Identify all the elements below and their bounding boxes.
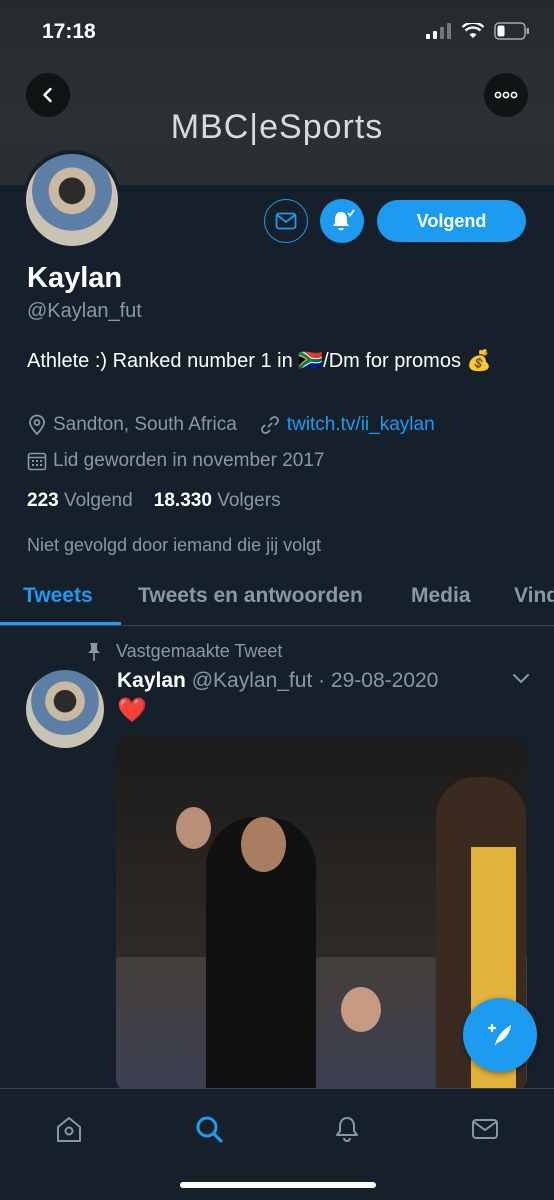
battery-icon bbox=[494, 22, 529, 40]
banner-logo: MBC|eSports bbox=[170, 108, 384, 146]
profile-joined: Lid geworden in november 2017 bbox=[53, 450, 325, 471]
nav-messages[interactable] bbox=[465, 1109, 505, 1149]
profile-meta-row: Sandton, South Africa twitch.tv/ii_kayla… bbox=[27, 414, 435, 436]
tab-likes[interactable]: Vind bbox=[514, 584, 554, 608]
status-bar: 17:18 bbox=[0, 0, 554, 64]
status-icons bbox=[426, 22, 530, 40]
tweet-options-button[interactable] bbox=[512, 672, 530, 690]
search-icon bbox=[196, 1116, 223, 1143]
tweet-text: ❤️ bbox=[117, 697, 147, 724]
pinned-label-row: Vastgemaakte Tweet bbox=[86, 641, 282, 662]
chevron-down-icon bbox=[513, 674, 529, 684]
wifi-icon bbox=[462, 23, 484, 38]
profile-avatar[interactable] bbox=[22, 150, 122, 250]
profile-name: Kaylan bbox=[27, 262, 123, 294]
tweet-meta: @Kaylan_fut · 29-08-2020 bbox=[191, 669, 439, 692]
notifications-toggle-button[interactable] bbox=[320, 199, 364, 243]
nav-notifications[interactable] bbox=[327, 1109, 367, 1149]
compose-icon bbox=[487, 1023, 511, 1046]
bell-icon bbox=[333, 209, 355, 231]
link-icon bbox=[260, 416, 279, 434]
tweet-author[interactable]: Kaylan bbox=[117, 669, 186, 692]
following-stat[interactable]: 223 Volgend bbox=[27, 490, 133, 511]
more-icon bbox=[494, 91, 518, 99]
home-indicator bbox=[180, 1182, 376, 1188]
profile-tabs: Tweets Tweets en antwoorden Media Vind bbox=[0, 568, 554, 626]
not-followed-text: Niet gevolgd door iemand die jij volgt bbox=[27, 535, 322, 555]
following-label: Volgend bbox=[63, 490, 133, 511]
tab-media[interactable]: Media bbox=[411, 584, 471, 608]
following-button[interactable]: Volgend bbox=[377, 200, 526, 242]
signal-icon bbox=[426, 23, 451, 39]
followers-count: 18.330 bbox=[153, 490, 212, 511]
location-icon bbox=[29, 414, 45, 436]
compose-tweet-button[interactable] bbox=[463, 998, 537, 1072]
following-count: 223 bbox=[27, 490, 59, 511]
followers-label: Volgers bbox=[217, 490, 281, 511]
home-icon bbox=[57, 1117, 81, 1142]
pinned-label: Vastgemaakte Tweet bbox=[116, 641, 283, 661]
messages-icon bbox=[472, 1119, 498, 1139]
profile-joined-row: Lid geworden in november 2017 bbox=[27, 450, 324, 472]
tweet-avatar[interactable] bbox=[26, 670, 104, 748]
nav-home[interactable] bbox=[49, 1109, 89, 1149]
status-time: 17:18 bbox=[42, 20, 96, 43]
active-tab-indicator bbox=[0, 622, 121, 625]
nav-search[interactable] bbox=[189, 1109, 229, 1149]
tab-tweets[interactable]: Tweets bbox=[23, 584, 93, 608]
tab-tweets-and-replies[interactable]: Tweets en antwoorden bbox=[138, 584, 363, 608]
profile-link[interactable]: twitch.tv/ii_kaylan bbox=[287, 414, 435, 436]
followers-stat[interactable]: 18.330 Volgers bbox=[154, 490, 281, 511]
message-button[interactable] bbox=[264, 199, 308, 243]
pin-icon bbox=[88, 642, 100, 661]
back-icon bbox=[43, 87, 52, 103]
profile-handle: @Kaylan_fut bbox=[27, 300, 142, 322]
follow-stats: 223 Volgend 18.330 Volgers bbox=[27, 490, 281, 512]
profile-location: Sandton, South Africa bbox=[53, 414, 237, 435]
calendar-icon bbox=[27, 452, 47, 471]
tweet-header: Kaylan @Kaylan_fut · 29-08-2020 bbox=[117, 669, 438, 693]
notifications-icon bbox=[336, 1117, 358, 1142]
mail-icon bbox=[275, 212, 297, 230]
profile-bio: Athlete :) Ranked number 1 in 🇿🇦/Dm for … bbox=[27, 350, 492, 372]
